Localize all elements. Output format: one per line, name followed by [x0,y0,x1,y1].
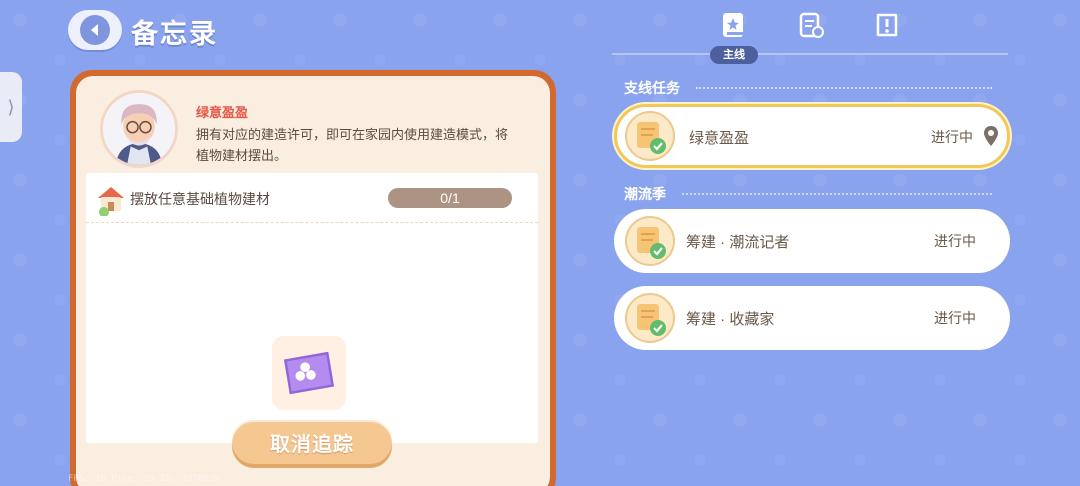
quest-category-tabs: 主线 [612,10,1008,64]
building-permit-icon [283,351,335,395]
quest-status: 进行中 [934,233,976,249]
quest-card-tracked[interactable]: 绿意盈盈 进行中 [614,104,1010,168]
tab-special-quest[interactable] [872,10,902,40]
cancel-tracking-button[interactable]: 取消追踪 [232,420,392,464]
tab-divider [612,53,1008,55]
book-star-icon [723,13,743,37]
tab-daily-quest[interactable] [796,10,826,40]
section-trend-season: 潮流季 [624,186,666,202]
location-pin-icon[interactable] [983,125,999,147]
quest-scroll-icon [624,110,676,162]
clipboard-clock-icon [799,12,824,38]
quest-detail-panel: 绿意盈盈 拥有对应的建造许可，即可在家园内使用建造模式，将植物建材摆出。 摆放任… [70,70,556,486]
quest-status: 进行中 [934,310,976,326]
quest-status: 进行中 [931,129,973,145]
quest-card[interactable]: 筹建 · 收藏家 进行中 [614,286,1010,350]
quest-name: 绿意盈盈 [689,130,750,147]
npc-avatar [100,90,178,168]
back-button[interactable] [68,10,122,50]
building-permit-item[interactable] [272,336,346,410]
page-title: 备忘录 [131,19,218,49]
quest-name: 筹建 · 收藏家 [686,311,775,328]
section-divider [696,87,992,89]
tab-main-quest[interactable] [718,10,748,40]
task-row: 摆放任意基础植物建材 0/1 [86,173,538,223]
task-description: 摆放任意基础植物建材 [130,191,270,207]
quest-scroll-icon [624,215,676,267]
quest-scroll-icon [624,292,676,344]
npc-description: 拥有对应的建造许可，即可在家园内使用建造模式，将植物建材摆出。 [196,127,509,163]
quest-card[interactable]: 筹建 · 潮流记者 进行中 [614,209,1010,273]
side-drawer-tab[interactable]: ⟩ [0,72,22,142]
quest-name: 筹建 · 潮流记者 [686,234,790,251]
debug-overlay: FPS: 10 Ping: 39 ID: 3078639 [68,474,220,484]
task-progress: 0/1 [388,188,512,208]
house-icon [94,182,128,217]
npc-info: 绿意盈盈 拥有对应的建造许可，即可在家园内使用建造模式，将植物建材摆出。 [76,76,550,176]
npc-name: 绿意盈盈 [196,105,249,120]
section-divider [682,193,992,195]
chevron-right-icon: ⟩ [7,96,15,117]
back-arrow-icon [80,15,110,45]
note-exclamation-icon [876,13,898,37]
section-side-quests: 支线任务 [624,80,680,96]
tab-label-main: 主线 [710,46,758,64]
